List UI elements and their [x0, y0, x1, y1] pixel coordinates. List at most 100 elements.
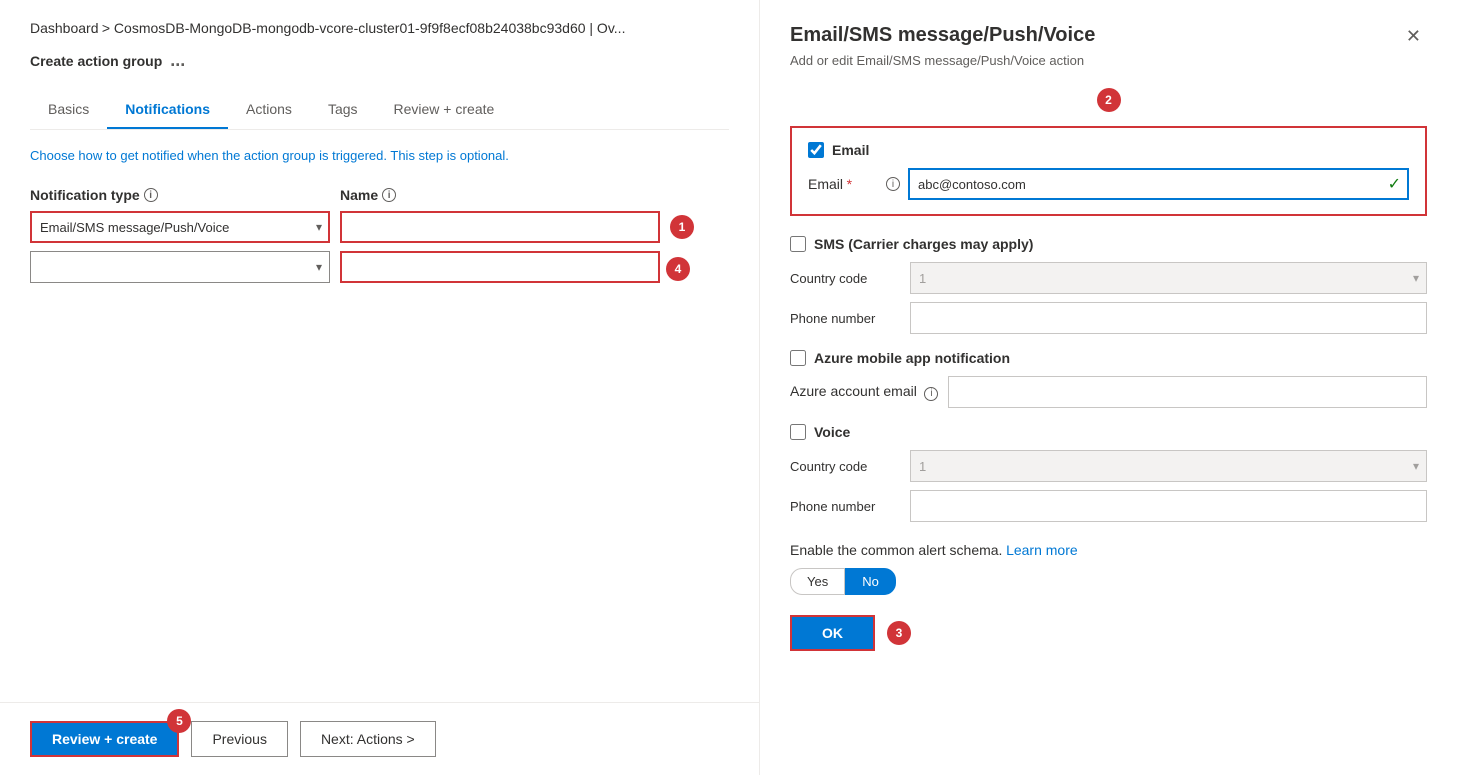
step-badge-3: 3 [887, 621, 911, 645]
azure-email-label-text: Azure account email [790, 383, 917, 399]
breadcrumb-dashboard[interactable]: Dashboard [30, 20, 99, 36]
sms-country-row: Country code 1 ▾ [790, 262, 1427, 294]
right-panel-header: Email/SMS message/Push/Voice ✕ [790, 24, 1427, 49]
azure-email-input[interactable] [948, 376, 1427, 408]
col-name-label: Name i [340, 187, 660, 203]
breadcrumb-resource[interactable]: CosmosDB-MongoDB-mongodb-vcore-cluster01… [114, 20, 626, 36]
voice-section: Voice Country code 1 ▾ Phone number [790, 424, 1427, 522]
bottom-bar: Review + create 5 Previous Next: Actions… [0, 702, 759, 775]
left-panel: Dashboard > CosmosDB-MongoDB-mongodb-vco… [0, 0, 760, 775]
right-panel-subtitle: Add or edit Email/SMS message/Push/Voice… [790, 53, 1427, 68]
sms-label: SMS (Carrier charges may apply) [814, 236, 1033, 252]
sms-country-select-wrapper: 1 ▾ [910, 262, 1427, 294]
page-title-text: Create action group [30, 53, 162, 69]
azure-email-label: Azure account email i [790, 383, 938, 401]
table-row: Email/SMS message/Push/Voice Email Azure… [30, 211, 729, 243]
col-type-text: Notification type [30, 187, 140, 203]
name-input-1[interactable] [340, 211, 660, 243]
email-label: Email [832, 142, 869, 158]
toggle-group: Yes No [790, 568, 1427, 595]
page-title-menu[interactable]: ... [170, 50, 185, 71]
required-star: * [847, 176, 852, 192]
col-name-text: Name [340, 187, 378, 203]
alert-schema-label: Enable the common alert schema. [790, 542, 1002, 558]
sms-country-label: Country code [790, 271, 900, 286]
col-type-info-icon[interactable]: i [144, 188, 158, 202]
ok-area: OK 3 [790, 615, 1427, 651]
azure-checkbox[interactable] [790, 350, 806, 366]
notification-type-select-wrapper-1: Email/SMS message/Push/Voice Email Azure… [30, 211, 330, 243]
email-info-icon[interactable]: i [886, 177, 900, 191]
page-title: Create action group ... [30, 50, 729, 71]
voice-phone-input[interactable] [910, 490, 1427, 522]
table-header: Notification type i Name i [30, 187, 729, 203]
sms-country-select[interactable]: 1 [910, 262, 1427, 294]
azure-section: Azure mobile app notification Azure acco… [790, 350, 1427, 408]
email-field-label-text: Email [808, 176, 843, 192]
col-name-info-icon[interactable]: i [382, 188, 396, 202]
notification-type-select-1[interactable]: Email/SMS message/Push/Voice Email Azure… [30, 211, 330, 243]
breadcrumb-separator: > [102, 20, 114, 36]
voice-label: Voice [814, 424, 850, 440]
voice-phone-row: Phone number [790, 490, 1427, 522]
azure-email-row: Azure account email i [790, 376, 1427, 408]
step-badge-5: 5 [167, 709, 191, 733]
tab-basics[interactable]: Basics [30, 91, 107, 129]
voice-title-row: Voice [790, 424, 1427, 440]
sms-phone-row: Phone number [790, 302, 1427, 334]
next-actions-button[interactable]: Next: Actions > [300, 721, 436, 757]
right-panel-title: Email/SMS message/Push/Voice [790, 24, 1095, 47]
voice-country-label: Country code [790, 459, 900, 474]
voice-country-row: Country code 1 ▾ [790, 450, 1427, 482]
name-input-wrapper-1 [340, 211, 660, 243]
col-type-label: Notification type i [30, 187, 330, 203]
name-input-wrapper-2: 4 [340, 251, 660, 283]
voice-country-select[interactable]: 1 [910, 450, 1427, 482]
step-badge-4: 4 [666, 257, 690, 281]
sms-checkbox[interactable] [790, 236, 806, 252]
step2-area: 2 [790, 88, 1427, 112]
breadcrumb[interactable]: Dashboard > CosmosDB-MongoDB-mongodb-vco… [30, 20, 729, 36]
ok-button[interactable]: OK [790, 615, 875, 651]
sms-title-row: SMS (Carrier charges may apply) [790, 236, 1427, 252]
alert-schema: Enable the common alert schema. Learn mo… [790, 542, 1427, 595]
tab-actions[interactable]: Actions [228, 91, 310, 129]
email-field-row: Email * i ✓ [808, 168, 1409, 200]
table-rows: Email/SMS message/Push/Voice Email Azure… [30, 211, 729, 283]
learn-more-link[interactable]: Learn more [1006, 542, 1078, 558]
step-description: Choose how to get notified when the acti… [30, 148, 729, 163]
alert-schema-text: Enable the common alert schema. Learn mo… [790, 542, 1427, 558]
review-create-button[interactable]: Review + create [30, 721, 179, 757]
sms-phone-label: Phone number [790, 311, 900, 326]
step-badge-2: 2 [1097, 88, 1121, 112]
toggle-yes-button[interactable]: Yes [790, 568, 845, 595]
voice-country-select-wrapper: 1 ▾ [910, 450, 1427, 482]
email-section: Email Email * i ✓ [790, 126, 1427, 216]
azure-info-icon[interactable]: i [924, 387, 938, 401]
tab-notifications[interactable]: Notifications [107, 91, 228, 129]
email-field-label: Email * [808, 176, 878, 192]
tab-review-create[interactable]: Review + create [376, 91, 513, 129]
tabs: Basics Notifications Actions Tags Review… [30, 91, 729, 130]
review-create-wrap: Review + create 5 [30, 721, 179, 757]
sms-phone-input[interactable] [910, 302, 1427, 334]
close-button[interactable]: ✕ [1400, 24, 1427, 49]
email-input[interactable] [908, 168, 1409, 200]
right-panel: Email/SMS message/Push/Voice ✕ Add or ed… [760, 0, 1457, 775]
sms-section: SMS (Carrier charges may apply) Country … [790, 236, 1427, 334]
toggle-no-button[interactable]: No [845, 568, 896, 595]
email-input-wrapper: ✓ [908, 168, 1409, 200]
email-checkbox-row: Email [808, 142, 1409, 158]
check-icon: ✓ [1388, 174, 1401, 194]
voice-phone-label: Phone number [790, 499, 900, 514]
azure-label: Azure mobile app notification [814, 350, 1010, 366]
email-checkbox[interactable] [808, 142, 824, 158]
step-badge-1: 1 [670, 215, 694, 239]
notification-type-select-2[interactable]: Email/SMS message/Push/Voice [30, 251, 330, 283]
name-input-2[interactable] [340, 251, 660, 283]
previous-button[interactable]: Previous [191, 721, 287, 757]
azure-title-row: Azure mobile app notification [790, 350, 1427, 366]
voice-checkbox[interactable] [790, 424, 806, 440]
notification-type-select-wrapper-2: Email/SMS message/Push/Voice ▾ [30, 251, 330, 283]
tab-tags[interactable]: Tags [310, 91, 376, 129]
